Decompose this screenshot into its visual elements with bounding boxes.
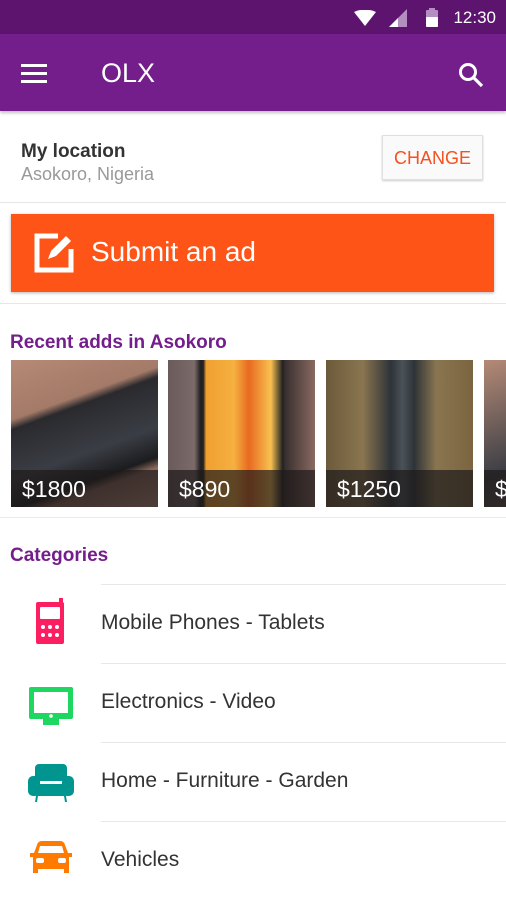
category-label: Vehicles (101, 848, 180, 871)
recent-ads-list[interactable]: $1800 $890 $1250 $ (11, 360, 506, 507)
app-title: OLX (101, 58, 156, 88)
recent-ad-item[interactable]: $1250 (326, 360, 473, 507)
edit-icon (34, 233, 74, 273)
mobile-phone-icon (36, 598, 64, 644)
change-location-button[interactable]: CHANGE (382, 135, 483, 180)
wifi-icon (354, 10, 376, 26)
submit-ad-label: Submit an ad (91, 236, 256, 267)
submit-ad-button[interactable]: Submit an ad (11, 214, 494, 292)
search-icon[interactable] (458, 62, 484, 88)
ad-price: $890 (179, 476, 231, 502)
recent-ads-title: Recent adds in Asokoro (10, 332, 227, 353)
clock: 12:30 (453, 8, 496, 27)
location-section: My location Asokoro, Nigeria CHANGE (0, 111, 506, 203)
ad-price: $1250 (337, 476, 401, 502)
category-item-electronics[interactable]: Electronics - Video (0, 663, 506, 742)
category-item-home-furniture[interactable]: Home - Furniture - Garden (0, 742, 506, 821)
menu-icon[interactable] (21, 64, 47, 84)
location-value: Asokoro, Nigeria (21, 164, 155, 184)
recent-ad-item[interactable]: $ (484, 360, 506, 507)
ad-price: $1800 (22, 476, 86, 502)
recent-ad-item[interactable]: $1800 (11, 360, 158, 507)
ad-price: $ (495, 476, 506, 502)
divider (0, 303, 506, 304)
car-icon (30, 841, 72, 873)
category-label: Home - Furniture - Garden (101, 769, 349, 792)
location-label: My location (21, 141, 126, 162)
divider (0, 517, 506, 518)
app-bar: OLX (0, 34, 506, 111)
signal-icon (389, 9, 407, 27)
battery-icon (426, 8, 438, 27)
sofa-icon (28, 764, 74, 802)
category-label: Mobile Phones - Tablets (101, 611, 325, 634)
category-label: Electronics - Video (101, 690, 276, 713)
recent-ad-item[interactable]: $890 (168, 360, 315, 507)
monitor-icon (29, 687, 73, 725)
status-bar: 12:30 (0, 0, 506, 34)
categories-title: Categories (10, 545, 109, 566)
category-item-mobile-phones[interactable]: Mobile Phones - Tablets (0, 584, 506, 663)
category-item-vehicles[interactable]: Vehicles (0, 821, 506, 900)
